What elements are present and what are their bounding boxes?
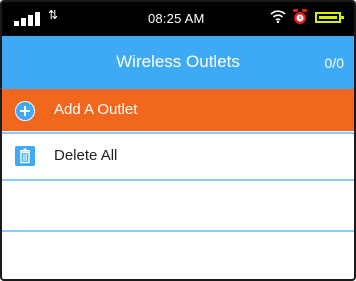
outlet-count: 0/0 — [324, 55, 344, 71]
status-time: 08:25 AM — [148, 11, 205, 26]
app-header: Wireless Outlets 0/0 — [2, 36, 354, 89]
empty-list-row — [2, 181, 354, 230]
add-outlet-label: Add A Outlet — [54, 101, 138, 118]
divider — [2, 230, 354, 232]
page-title: Wireless Outlets — [116, 52, 240, 71]
add-outlet-button[interactable]: Add A Outlet — [2, 89, 354, 131]
plus-circle-icon — [15, 101, 35, 121]
status-bar: ⇅ 08:25 AM — [2, 2, 354, 36]
alarm-clock-icon — [291, 8, 309, 26]
battery-icon — [315, 12, 344, 23]
data-transfer-icon: ⇅ — [48, 8, 59, 22]
trash-icon — [15, 146, 35, 166]
phone-screen: ⇅ 08:25 AM Wireless Outlets 0/0 Add A Ou… — [0, 0, 356, 281]
signal-bars-icon — [14, 10, 46, 26]
wifi-icon — [270, 9, 286, 26]
delete-all-label: Delete All — [54, 147, 118, 164]
delete-all-button[interactable]: Delete All — [2, 134, 354, 179]
